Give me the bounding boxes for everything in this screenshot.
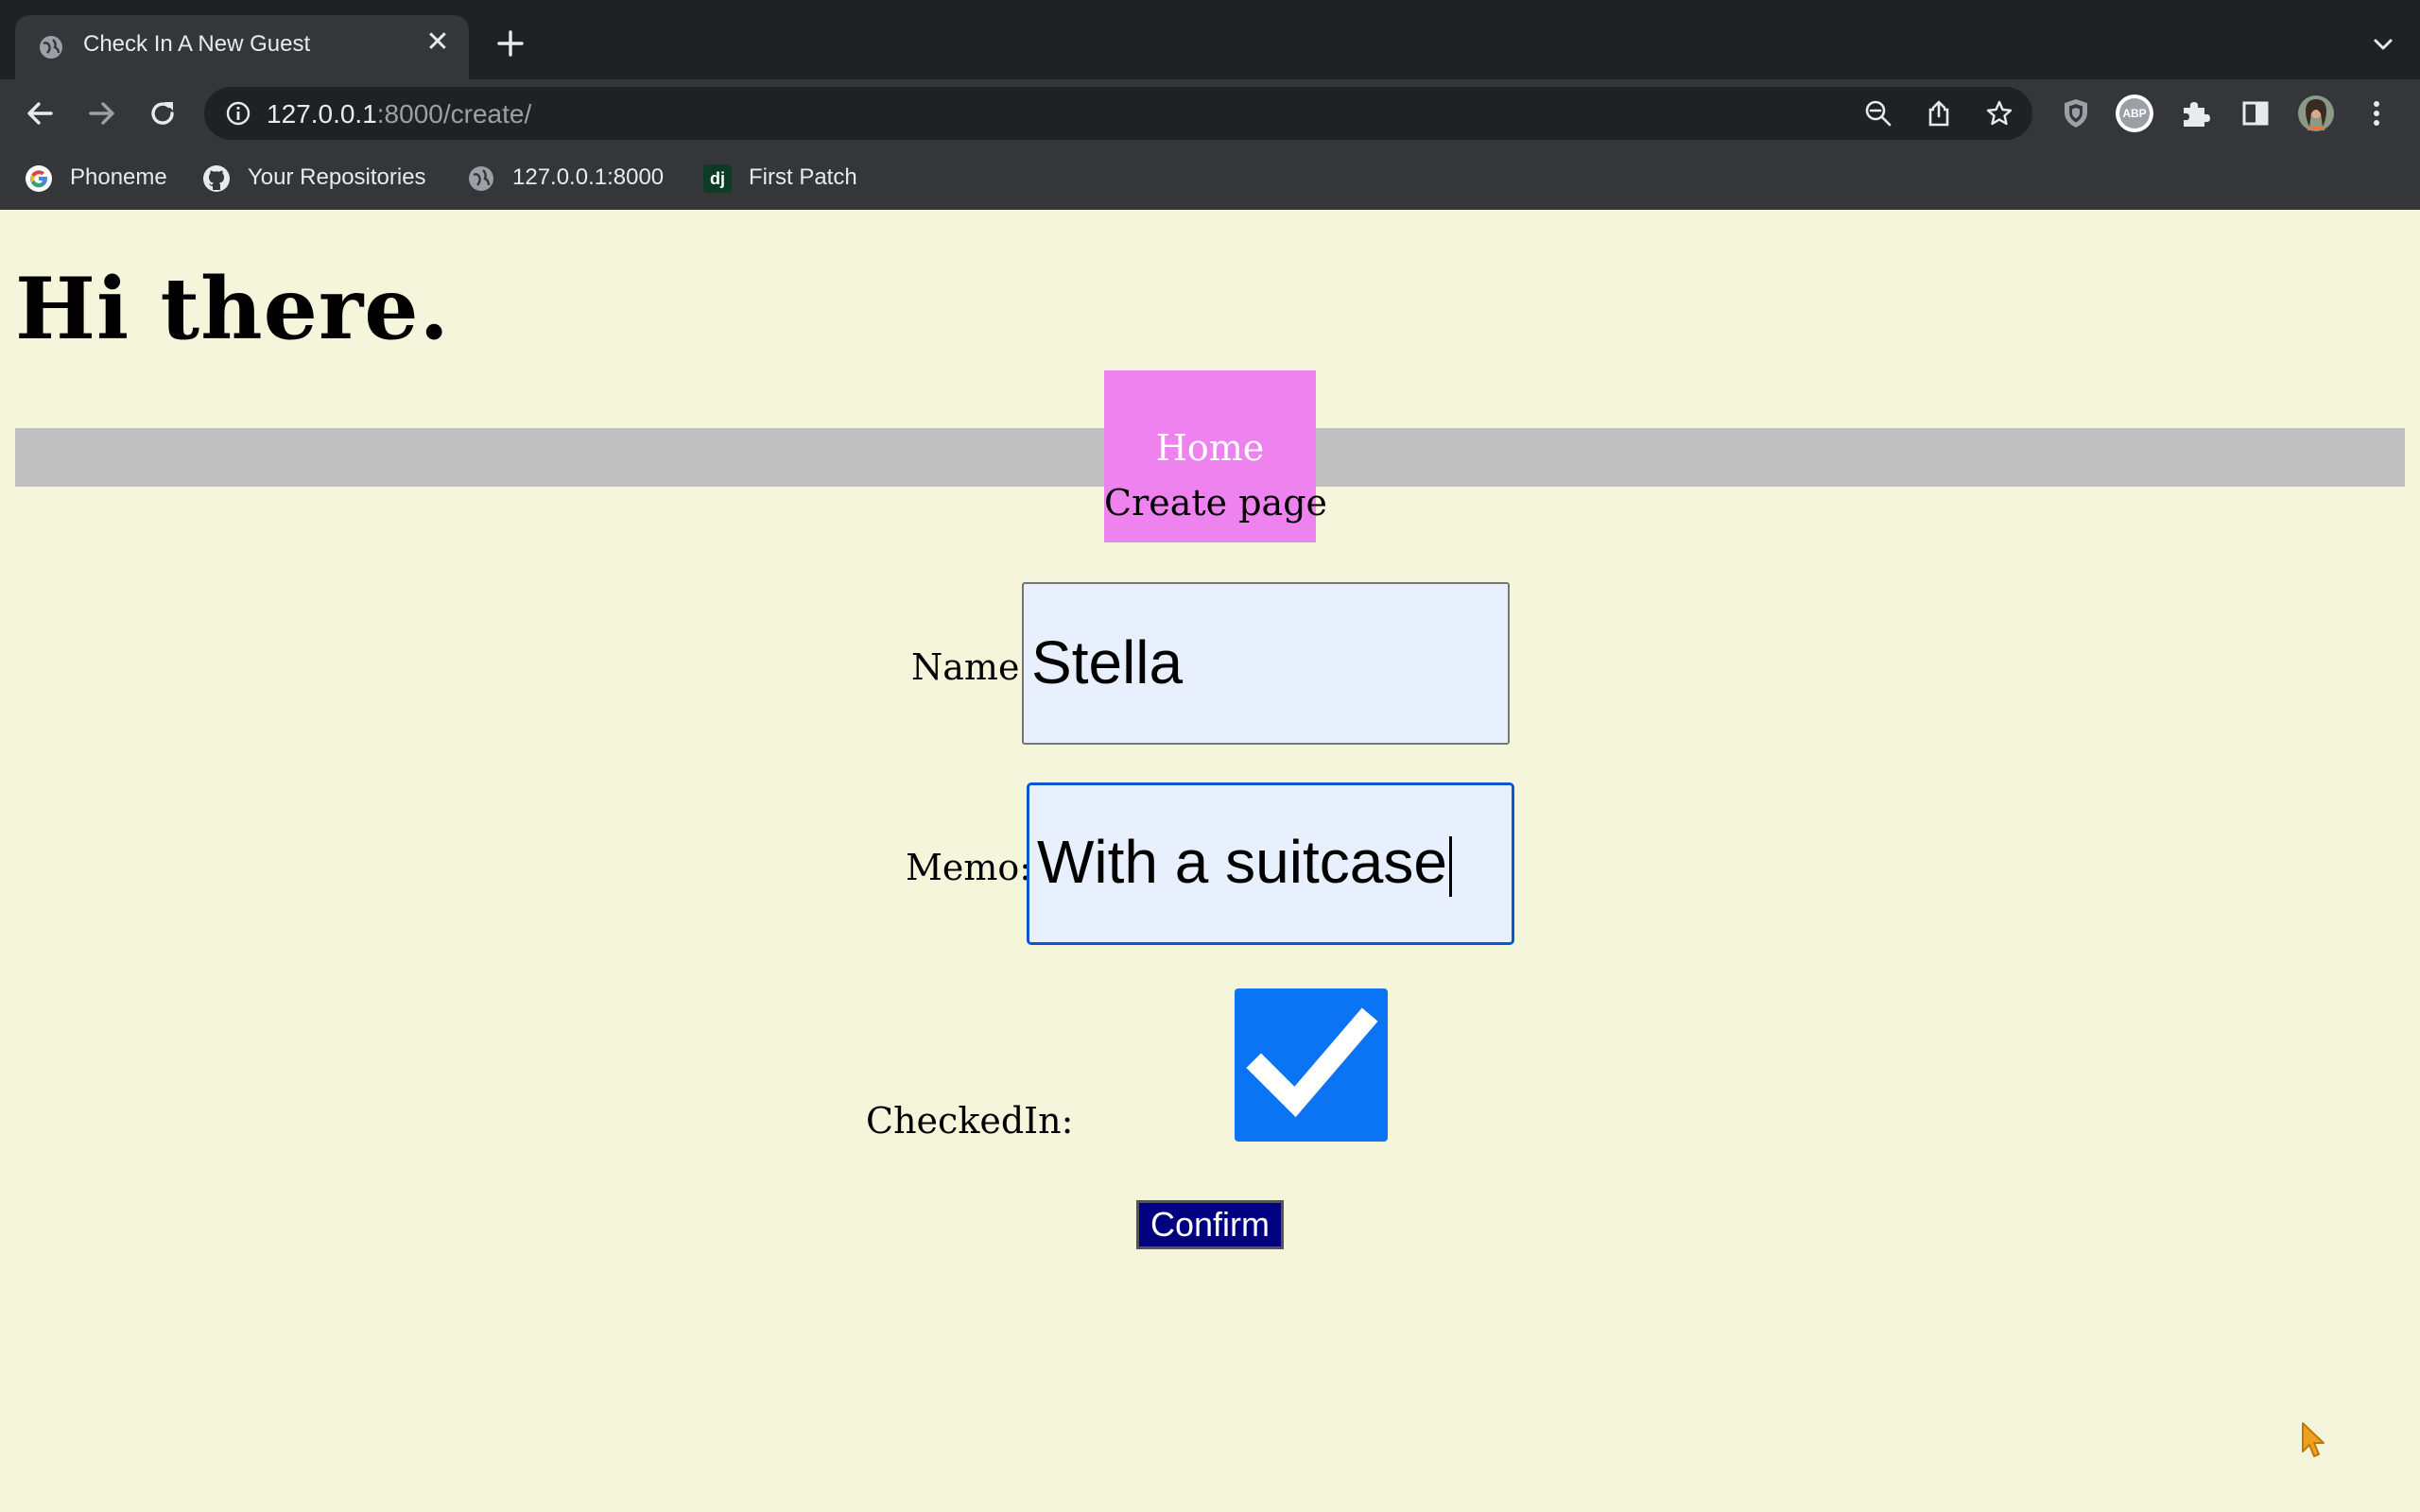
share-icon[interactable] <box>1925 99 1953 128</box>
tab-strip: Check In A New Guest ✕ <box>0 0 2420 79</box>
adblock-plus-label: ABP <box>2119 98 2150 129</box>
memo-label: Memo: <box>906 847 1032 888</box>
page-content: Hi there. Home Create page Name: Stella … <box>0 210 2420 1512</box>
google-icon <box>26 165 52 192</box>
back-arrow-icon[interactable] <box>23 96 57 130</box>
tab-title: Check In A New Guest <box>83 31 311 57</box>
checked-in-label: CheckedIn: <box>866 1100 1074 1142</box>
name-input-value: Stella <box>1031 628 1184 696</box>
checked-in-checkbox[interactable] <box>1235 988 1388 1142</box>
bookmark-localhost[interactable]: 127.0.0.1:8000 <box>467 163 694 195</box>
confirm-button[interactable]: Confirm <box>1136 1200 1284 1249</box>
memo-input[interactable]: With a suitcase <box>1027 782 1514 945</box>
forward-arrow-icon[interactable] <box>85 96 119 130</box>
django-icon: dj <box>703 164 732 193</box>
more-menu-icon[interactable] <box>2358 94 2395 132</box>
url-host: 127.0.0.1 <box>267 99 377 129</box>
browser-toolbar: 127.0.0.1:8000/create/ ABP <box>0 79 2420 147</box>
text-caret <box>1448 836 1452 898</box>
name-input[interactable]: Stella <box>1022 582 1510 745</box>
address-bar[interactable]: 127.0.0.1:8000/create/ <box>204 87 2032 140</box>
mouse-cursor-icon <box>2302 1422 2325 1457</box>
bookmark-your-repositories[interactable]: Your Repositories <box>202 163 448 195</box>
bookmarks-bar: Phoneme Your Repositories 127.0.0.1:8000… <box>0 147 2420 210</box>
github-icon <box>203 165 230 192</box>
globe-icon <box>40 36 62 59</box>
url-path: :8000/create/ <box>376 99 532 129</box>
new-tab-icon[interactable] <box>492 25 529 62</box>
bookmark-label: Phoneme <box>70 164 167 190</box>
checkmark-icon <box>1246 1007 1378 1118</box>
tab-search-chevron-icon[interactable] <box>2371 32 2395 57</box>
reload-icon[interactable] <box>146 96 180 130</box>
site-info-icon[interactable] <box>225 100 251 127</box>
browser-chrome: Check In A New Guest ✕ 127.0.0.1:8000/cr… <box>0 0 2420 210</box>
zoom-out-icon[interactable] <box>1864 99 1893 128</box>
bookmark-first-patch[interactable]: dj First Patch <box>703 163 873 195</box>
url-text[interactable]: 127.0.0.1:8000/create/ <box>267 99 531 129</box>
bookmark-phoneme[interactable]: Phoneme <box>25 163 176 195</box>
nav-menu: Home Create page <box>1104 370 1327 542</box>
tab-close-icon[interactable]: ✕ <box>424 28 452 57</box>
profile-avatar[interactable] <box>2297 94 2335 132</box>
side-panel-icon[interactable] <box>2237 94 2274 132</box>
bookmark-label: First Patch <box>749 164 857 190</box>
bookmark-label: 127.0.0.1:8000 <box>512 164 665 190</box>
nav-link-home[interactable]: Home <box>1104 427 1316 469</box>
bookmark-star-icon[interactable] <box>1985 99 2014 128</box>
shield-extension-icon[interactable] <box>2057 94 2095 132</box>
active-tab[interactable]: Check In A New Guest ✕ <box>15 15 469 79</box>
memo-input-value: With a suitcase <box>1037 828 1447 896</box>
globe-icon <box>469 166 493 191</box>
nav-link-create-page[interactable]: Create page <box>1104 482 1327 524</box>
page-title: Hi there. <box>15 259 450 359</box>
name-label: Name: <box>911 646 1032 688</box>
extensions-puzzle-icon[interactable] <box>2176 94 2214 132</box>
adblock-plus-icon[interactable]: ABP <box>2116 94 2153 132</box>
bookmark-label: Your Repositories <box>248 164 426 190</box>
